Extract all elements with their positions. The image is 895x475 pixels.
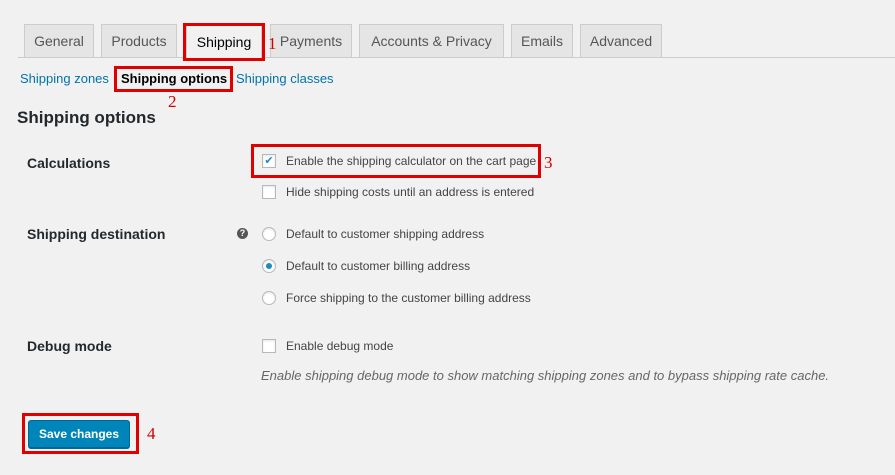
checkbox-icon[interactable] xyxy=(262,339,276,353)
option-label: Enable the shipping calculator on the ca… xyxy=(286,154,537,168)
annotation-2: 2 xyxy=(168,92,177,111)
option-label: Default to customer shipping address xyxy=(286,227,485,241)
radio-icon[interactable] xyxy=(262,227,276,241)
tab-shipping[interactable]: Shipping xyxy=(186,24,262,58)
destination-billing-radio[interactable]: Default to customer billing address xyxy=(262,259,470,273)
destination-shipping-radio[interactable]: Default to customer shipping address xyxy=(262,227,484,241)
settings-tabs: General Products Shipping Payments Accou… xyxy=(0,0,895,58)
annotation-1: 1 xyxy=(268,34,277,53)
tab-products[interactable]: Products xyxy=(101,24,177,57)
radio-selected-icon[interactable] xyxy=(262,259,276,273)
enable-shipping-calculator-checkbox[interactable]: ✔ Enable the shipping calculator on the … xyxy=(262,154,536,168)
checkbox-checked-icon[interactable]: ✔ xyxy=(262,154,276,168)
annotation-3: 3 xyxy=(544,153,553,172)
tab-advanced[interactable]: Advanced xyxy=(580,24,662,57)
shipping-destination-label: Shipping destination xyxy=(27,226,166,242)
option-label: Default to customer billing address xyxy=(286,259,471,273)
subnav-shipping-classes[interactable]: Shipping classes xyxy=(236,71,334,86)
help-icon[interactable]: ? xyxy=(237,228,248,239)
subnav-shipping-options[interactable]: Shipping options xyxy=(121,71,227,86)
save-changes-button[interactable]: Save changes xyxy=(28,420,130,448)
radio-icon[interactable] xyxy=(262,291,276,305)
debug-mode-description: Enable shipping debug mode to show match… xyxy=(261,368,830,383)
subnav-shipping-zones[interactable]: Shipping zones xyxy=(20,71,109,86)
option-label: Enable debug mode xyxy=(286,339,394,353)
tab-payments[interactable]: Payments xyxy=(270,24,352,57)
section-title: Shipping options xyxy=(17,108,156,127)
annotation-4: 4 xyxy=(147,424,156,443)
option-label: Hide shipping costs until an address is … xyxy=(286,185,535,199)
calculations-label: Calculations xyxy=(27,155,111,171)
option-label: Force shipping to the customer billing a… xyxy=(286,291,531,305)
debug-mode-label: Debug mode xyxy=(27,338,112,354)
enable-debug-mode-checkbox[interactable]: Enable debug mode xyxy=(262,339,393,353)
tab-divider xyxy=(18,57,895,58)
tab-general[interactable]: General xyxy=(24,24,94,57)
destination-billing-only-radio[interactable]: Force shipping to the customer billing a… xyxy=(262,291,531,305)
tab-emails[interactable]: Emails xyxy=(511,24,573,57)
checkbox-icon[interactable] xyxy=(262,185,276,199)
hide-shipping-costs-checkbox[interactable]: Hide shipping costs until an address is … xyxy=(262,185,534,199)
tab-accounts-privacy[interactable]: Accounts & Privacy xyxy=(359,24,504,57)
